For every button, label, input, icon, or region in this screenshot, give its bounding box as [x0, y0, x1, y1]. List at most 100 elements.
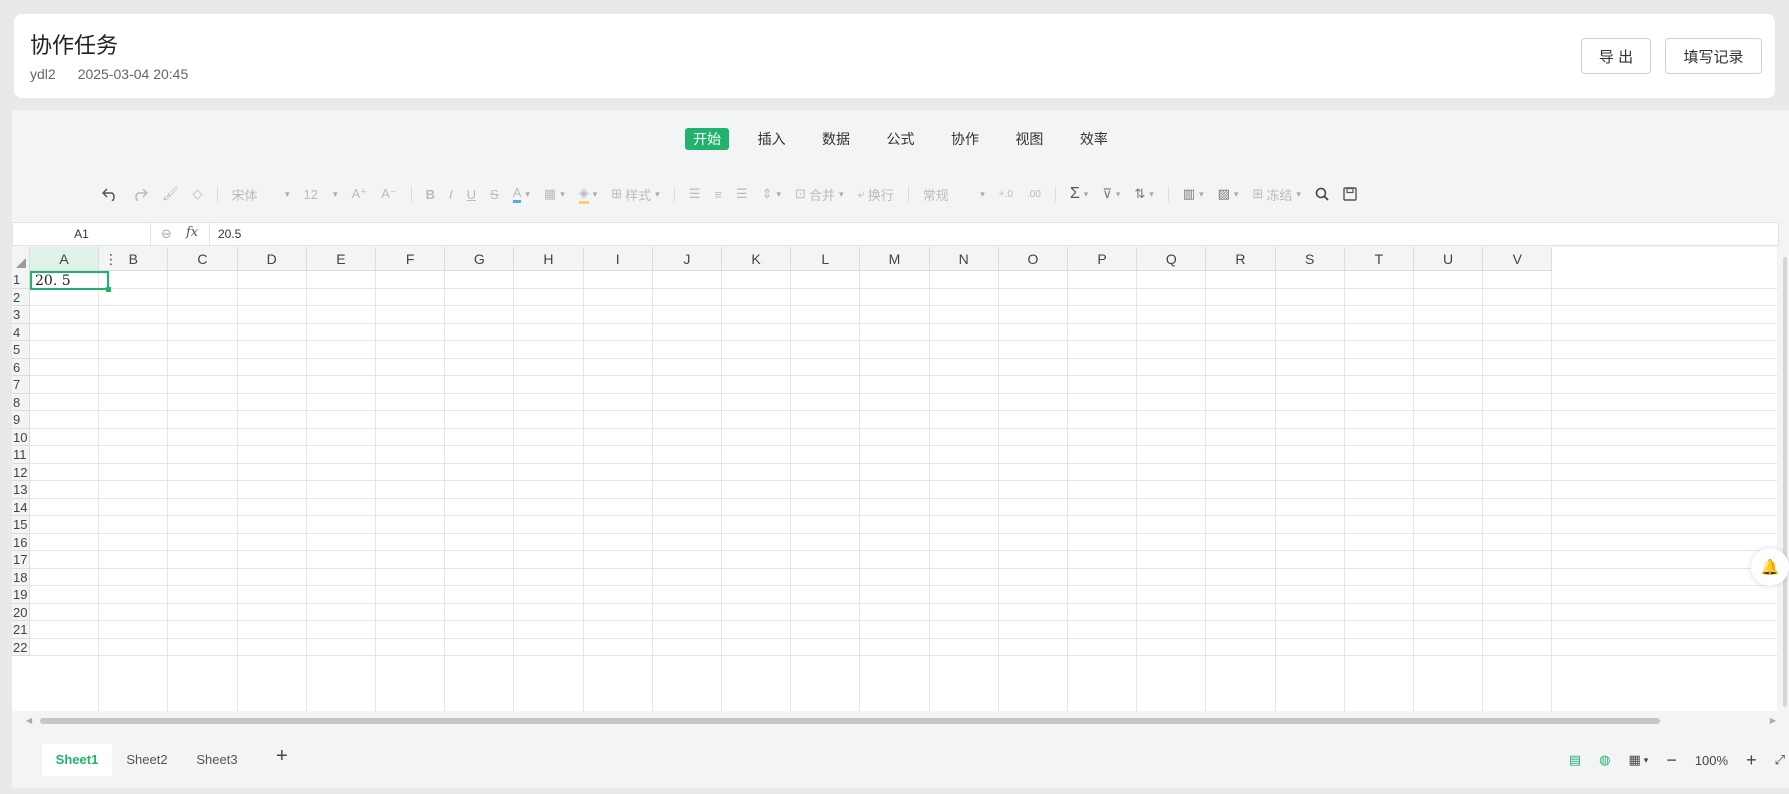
font-family-select[interactable]: 宋体 ▾: [232, 183, 290, 205]
column-header-c[interactable]: C: [168, 247, 238, 271]
row-header-6[interactable]: 6: [12, 358, 30, 376]
format-painter-icon[interactable]: 🖌: [162, 183, 179, 205]
sheet-tab-1[interactable]: Sheet1: [42, 744, 112, 776]
border-icon[interactable]: ▦ ▾: [544, 183, 565, 205]
bold-icon[interactable]: B: [426, 183, 435, 205]
search-icon[interactable]: [1315, 183, 1329, 205]
column-header-g[interactable]: G: [445, 247, 515, 271]
row-header-11[interactable]: 11: [12, 446, 30, 464]
vertical-scroll-thumb[interactable]: [1783, 257, 1787, 707]
tab-formula[interactable]: 公式: [879, 128, 923, 150]
notification-bell-icon[interactable]: 🔔: [1751, 548, 1789, 586]
tab-insert[interactable]: 插入: [750, 128, 794, 150]
vertical-scrollbar[interactable]: [1781, 247, 1789, 717]
row-header-7[interactable]: 7: [12, 376, 30, 394]
merge-menu[interactable]: ⊡ 合并 ▾: [795, 183, 843, 205]
align-right-icon[interactable]: ☰: [736, 183, 748, 205]
zoom-out-icon[interactable]: −: [1666, 750, 1677, 771]
globe-check-icon[interactable]: ◍: [1599, 752, 1610, 768]
fill-color-icon[interactable]: ◈ ▾: [578, 183, 597, 205]
sheet-tab-2[interactable]: Sheet2: [112, 744, 182, 776]
image-icon[interactable]: ▨ ▾: [1218, 183, 1239, 205]
column-header-r[interactable]: R: [1206, 247, 1276, 271]
column-header-d[interactable]: D: [237, 247, 307, 271]
wrap-text-button[interactable]: ⤶ 换行: [858, 183, 894, 205]
column-header-v[interactable]: V: [1483, 247, 1553, 271]
column-header-q[interactable]: Q: [1137, 247, 1207, 271]
column-header-n[interactable]: N: [929, 247, 999, 271]
row-header-12[interactable]: 12: [12, 463, 30, 481]
zoom-lookup-icon[interactable]: ⊖: [161, 226, 172, 242]
style-menu[interactable]: ⊞ 样式 ▾: [611, 183, 659, 205]
column-header-f[interactable]: F: [376, 247, 446, 271]
zoom-in-icon[interactable]: +: [1746, 750, 1757, 771]
cell-grid[interactable]: A B C D E F G H I J K L M N O P Q R S T U V 1 2 3 4 5 6 7 8 9 10 11 12 13 1…: [12, 247, 1777, 711]
row-header-3[interactable]: 3: [12, 306, 30, 324]
chart-icon[interactable]: ▥ ▾: [1183, 183, 1204, 205]
layout-icon[interactable]: ▦ ▾: [1628, 752, 1648, 768]
column-header-e[interactable]: E: [306, 247, 376, 271]
font-size-select[interactable]: 12 ▾: [304, 183, 338, 205]
row-header-8[interactable]: 8: [12, 393, 30, 411]
row-header-10[interactable]: 10: [12, 428, 30, 446]
increase-font-icon[interactable]: A⁺: [352, 183, 368, 205]
row-header-2[interactable]: 2: [12, 288, 30, 306]
formula-input[interactable]: 20.5: [209, 223, 1787, 245]
row-header-13[interactable]: 13: [12, 481, 30, 499]
column-menu-icon[interactable]: ⋮: [104, 251, 118, 268]
underline-icon[interactable]: U: [467, 183, 476, 205]
scroll-left-icon[interactable]: ◀: [26, 716, 32, 725]
sheet-tab-3[interactable]: Sheet3: [182, 744, 252, 776]
row-header-15[interactable]: 15: [12, 516, 30, 534]
tab-start[interactable]: 开始: [685, 128, 730, 150]
freeze-menu[interactable]: ⊞ 冻结 ▾: [1252, 183, 1300, 205]
row-header-20[interactable]: 20: [12, 603, 30, 621]
column-header-l[interactable]: L: [791, 247, 861, 271]
row-header-19[interactable]: 19: [12, 586, 30, 604]
select-all-corner[interactable]: [12, 247, 30, 272]
tab-collaborate[interactable]: 协作: [943, 128, 987, 150]
save-icon[interactable]: [1343, 183, 1357, 205]
column-header-k[interactable]: K: [722, 247, 792, 271]
italic-icon[interactable]: I: [449, 183, 453, 205]
increase-decimal-icon[interactable]: +.0: [999, 183, 1013, 205]
tab-data[interactable]: 数据: [814, 128, 858, 150]
fullscreen-icon[interactable]: ⤢: [1775, 752, 1785, 768]
strikethrough-icon[interactable]: S: [490, 183, 499, 205]
tab-efficiency[interactable]: 效率: [1072, 128, 1116, 150]
column-header-p[interactable]: P: [1068, 247, 1138, 271]
row-header-14[interactable]: 14: [12, 498, 30, 516]
cell-name-box[interactable]: A1: [13, 223, 151, 245]
column-header-j[interactable]: J: [652, 247, 722, 271]
scroll-right-icon[interactable]: ▶: [1770, 716, 1776, 725]
column-header-h[interactable]: H: [514, 247, 584, 271]
redo-icon[interactable]: [132, 183, 148, 205]
filter-icon[interactable]: ⊽ ▾: [1102, 183, 1120, 205]
row-header-22[interactable]: 22: [12, 638, 30, 656]
row-header-4[interactable]: 4: [12, 323, 30, 341]
sort-icon[interactable]: ⇅ ▾: [1134, 183, 1153, 205]
row-header-18[interactable]: 18: [12, 568, 30, 586]
horizontal-scroll-thumb[interactable]: [40, 718, 1660, 724]
column-header-t[interactable]: T: [1344, 247, 1414, 271]
undo-icon[interactable]: [102, 183, 118, 205]
column-header-i[interactable]: I: [583, 247, 653, 271]
horizontal-scrollbar[interactable]: ◀ ▶: [26, 716, 1776, 726]
row-header-17[interactable]: 17: [12, 551, 30, 569]
row-header-5[interactable]: 5: [12, 341, 30, 359]
active-cell-a1[interactable]: 20. 5: [30, 271, 111, 292]
vertical-align-icon[interactable]: ⇕ ▾: [762, 183, 781, 205]
align-left-icon[interactable]: ☰: [689, 183, 701, 205]
number-format-select[interactable]: 常规 ▾: [923, 183, 985, 205]
export-button[interactable]: 导 出: [1581, 38, 1651, 74]
decrease-font-icon[interactable]: A⁻: [381, 183, 397, 205]
column-header-s[interactable]: S: [1275, 247, 1345, 271]
font-color-icon[interactable]: A ▾: [512, 183, 530, 205]
fill-record-button[interactable]: 填写记录: [1665, 38, 1762, 74]
column-header-a[interactable]: A: [30, 247, 100, 271]
column-header-o[interactable]: O: [998, 247, 1068, 271]
column-header-u[interactable]: U: [1414, 247, 1484, 271]
align-center-icon[interactable]: ≡: [714, 183, 722, 205]
row-header-16[interactable]: 16: [12, 533, 30, 551]
row-header-21[interactable]: 21: [12, 621, 30, 639]
